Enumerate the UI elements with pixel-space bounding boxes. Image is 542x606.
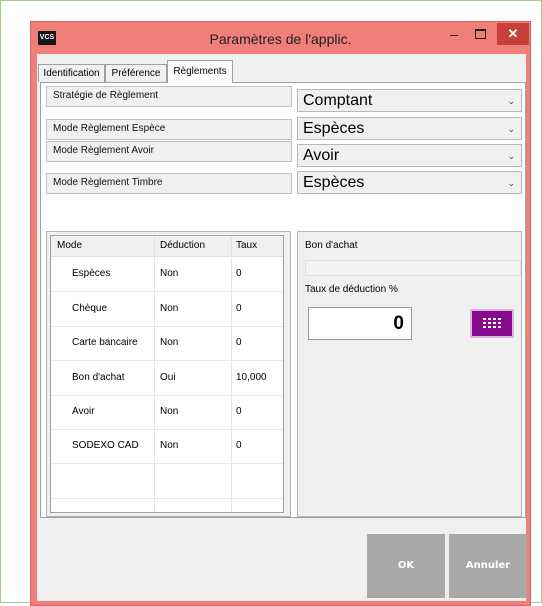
keypad-button[interactable] [470, 309, 514, 338]
cell-mode: Carte bancaire [72, 337, 138, 348]
empty-row [51, 464, 283, 499]
cell-taux: 0 [236, 406, 242, 417]
cell-taux: 0 [236, 268, 242, 279]
close-button[interactable]: ✕ [497, 23, 529, 45]
cell-deduction: Non [160, 440, 179, 451]
table-row[interactable]: SODEXO CAD Non 0 [51, 429, 283, 464]
cell-deduction: Non [160, 406, 179, 417]
deduction-detail-panel: Bon d'achat Taux de déduction % 0 [297, 231, 522, 517]
table-row[interactable]: Espèces Non 0 [51, 257, 283, 292]
cell-deduction: Non [160, 268, 179, 279]
chevron-down-icon: ⌄ [507, 124, 515, 134]
cell-taux: 0 [236, 440, 242, 451]
mode-reglement-avoir-select[interactable]: Avoir ⌄ [297, 144, 522, 167]
table-row[interactable]: Carte bancaire Non 0 [51, 326, 283, 361]
tab-reglements[interactable]: Règlements [167, 60, 233, 83]
mode-reglement-espece-value: Espèces [303, 120, 365, 137]
cell-deduction: Oui [160, 372, 176, 383]
mode-reglement-timbre-value: Espèces [303, 174, 365, 191]
bon-achat-field[interactable] [305, 260, 521, 276]
chevron-down-icon: ⌄ [507, 178, 515, 188]
cell-taux: 0 [236, 337, 242, 348]
cell-deduction: Non [160, 303, 179, 314]
mode-reglement-timbre-label: Mode Règlement Timbre [46, 173, 292, 194]
ok-button[interactable]: OK [367, 534, 445, 598]
tab-preference[interactable]: Préférence [105, 64, 167, 82]
mode-reglement-timbre-select[interactable]: Espèces ⌄ [297, 171, 522, 194]
chevron-down-icon: ⌄ [507, 151, 515, 161]
strategie-reglement-label: Stratégie de Règlement [46, 86, 292, 107]
maximize-button[interactable] [467, 23, 493, 45]
cell-mode: SODEXO CAD [72, 440, 139, 451]
cancel-button[interactable]: Annuler [449, 534, 527, 598]
table-row[interactable]: Bon d'achat Oui 10,000 [51, 361, 283, 396]
cell-mode: Bon d'achat [72, 372, 125, 383]
maximize-icon [474, 29, 486, 40]
taux-deduction-label: Taux de déduction % [305, 284, 398, 295]
modes-grid[interactable]: Mode Déduction Taux Espèces Non 0 Chèque… [50, 235, 284, 513]
mode-reglement-avoir-value: Avoir [303, 147, 340, 164]
mode-reglement-espece-label: Mode Règlement Espèce [46, 119, 292, 140]
minimize-button[interactable]: – [441, 23, 467, 45]
cell-mode: Espèces [72, 268, 111, 279]
grid-header: Mode Déduction Taux [51, 236, 283, 257]
cell-mode: Chèque [72, 303, 108, 314]
mode-reglement-espece-select[interactable]: Espèces ⌄ [297, 117, 522, 140]
title-bar[interactable]: VCS Paramètres de l'applic. – ✕ [31, 22, 530, 55]
keypad-icon [483, 318, 501, 328]
cell-deduction: Non [160, 337, 179, 348]
strategie-reglement-value: Comptant [303, 92, 373, 109]
settings-window: VCS Paramètres de l'applic. – ✕ Identifi… [30, 21, 531, 606]
column-header-taux[interactable]: Taux [236, 236, 257, 256]
cell-mode: Avoir [72, 406, 95, 417]
chevron-down-icon: ⌄ [507, 96, 515, 106]
cell-taux: 10,000 [236, 372, 267, 383]
modes-grid-container: Mode Déduction Taux Espèces Non 0 Chèque… [46, 231, 291, 517]
table-row[interactable]: Chèque Non 0 [51, 292, 283, 327]
taux-deduction-input[interactable]: 0 [308, 307, 412, 340]
window-client-area: Identification Préférence Règlements Str… [37, 54, 527, 601]
column-header-mode[interactable]: Mode [57, 236, 82, 256]
cell-taux: 0 [236, 303, 242, 314]
table-row[interactable]: Avoir Non 0 [51, 395, 283, 430]
reglements-panel: Stratégie de Règlement Comptant ⌄ Mode Rè… [40, 82, 526, 518]
tab-identification[interactable]: Identification [38, 64, 105, 82]
mode-reglement-avoir-label: Mode Règlement Avoir [46, 141, 292, 162]
strategie-reglement-select[interactable]: Comptant ⌄ [297, 89, 522, 112]
column-header-deduction[interactable]: Déduction [160, 236, 205, 256]
bon-achat-label: Bon d'achat [305, 240, 358, 251]
tab-strip: Identification Préférence Règlements [37, 54, 526, 84]
